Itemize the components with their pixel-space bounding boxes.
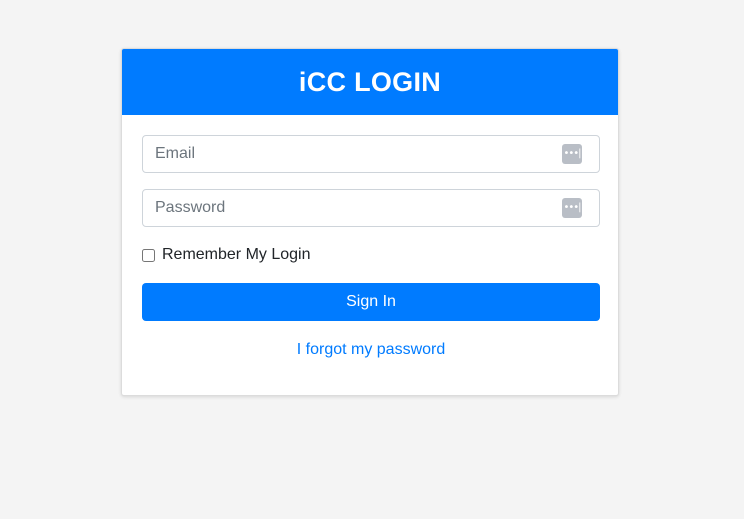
email-field[interactable]: •••| bbox=[142, 135, 600, 173]
page-title: iCC LOGIN bbox=[298, 66, 442, 97]
password-manager-icon[interactable]: •••| bbox=[562, 144, 582, 164]
login-card: iCC LOGIN •••| •••| Remember My Login Si… bbox=[121, 48, 619, 396]
password-input[interactable] bbox=[143, 190, 543, 226]
remember-label: Remember My Login bbox=[162, 246, 311, 263]
login-header: iCC LOGIN bbox=[122, 49, 618, 115]
email-input[interactable] bbox=[143, 136, 543, 172]
remember-login[interactable]: Remember My Login bbox=[142, 246, 311, 264]
forgot-password-link[interactable]: I forgot my password bbox=[122, 341, 618, 359]
sign-in-button[interactable]: Sign In bbox=[142, 283, 600, 321]
password-field[interactable]: •••| bbox=[142, 189, 600, 227]
remember-checkbox[interactable] bbox=[142, 248, 155, 262]
password-manager-icon[interactable]: •••| bbox=[562, 198, 582, 218]
